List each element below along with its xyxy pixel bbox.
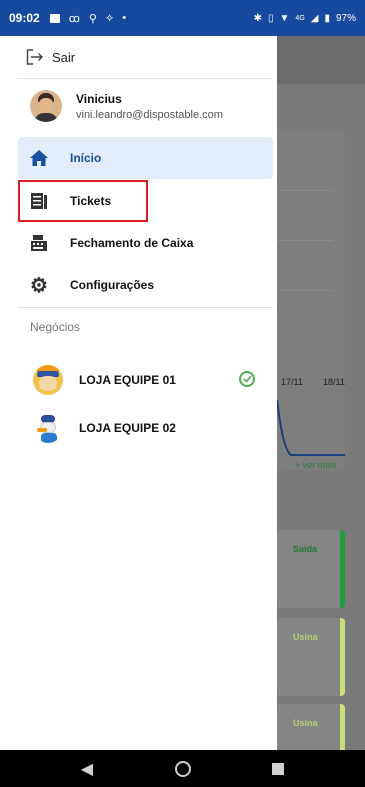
check-circle-icon [239,371,255,387]
grid-line [277,240,333,241]
x-axis-label: 17/11 [281,377,303,387]
grid-line [277,190,333,191]
status-bar: 09:02 ꝏ ⚲ ⟡ • ✱ ▯ ▼ 4G ◢ ▮ 97% [0,0,365,36]
card-label: Usina [293,718,318,728]
back-icon[interactable]: ◀ [81,759,93,779]
background-chart-card [277,130,345,470]
card-label: Usina [293,632,318,642]
business-avatar [33,413,63,443]
account-icon: ⚲ [88,12,97,25]
system-navigation-bar: ◀ [0,750,365,787]
nav-item-label: Início [70,151,102,165]
card-label: Saída [293,544,318,554]
business-avatar [33,365,63,395]
user-profile: Vinicius vini.leandro@dispostable.com [30,82,223,130]
navigation-drawer: Sair Vinicius vini.leandro@dispostable.c… [0,36,277,750]
battery-percent: 97% [335,12,356,24]
avatar [30,90,62,122]
network-type: 4G [295,14,305,22]
share-icon: ⟡ [105,11,114,24]
business-item-loja-equipe-01[interactable]: LOJA EQUIPE 01 [0,358,277,402]
wifi-icon: ▼ [279,12,290,24]
home-icon [28,147,50,169]
nav-item-label: Fechamento de Caixa [70,236,194,250]
business-item-loja-equipe-02[interactable]: LOJA EQUIPE 02 [0,406,277,450]
gear-icon: ⚙ [30,274,48,297]
logout-icon [26,49,43,65]
grid-line [277,290,333,291]
vibrate-icon: ▯ [268,12,274,24]
cash-register-icon [28,232,50,254]
nav-item-label: Configurações [70,278,155,292]
card-stripe [340,704,345,750]
nav-item-configuracoes[interactable]: ⚙ Configurações [18,264,273,306]
notification-icons: ꝏ ⚲ ⟡ • [49,11,127,25]
battery-icon: ▮ [324,12,330,24]
x-axis-label: 18/11 [323,377,345,387]
message-icon [49,13,60,23]
background-app-bar [277,36,365,84]
recent-apps-icon[interactable] [272,762,285,775]
tickets-highlight-box [18,180,148,222]
nav-item-inicio[interactable]: Início [18,137,273,179]
divider [18,78,273,79]
ticket-card[interactable]: Usina [277,704,345,750]
divider [18,307,273,308]
voicemail-icon: ꝏ [68,12,80,25]
business-name: LOJA EQUIPE 01 [79,373,176,387]
user-email: vini.leandro@dispostable.com [76,108,223,121]
section-title-negocios: Negócios [30,320,81,334]
business-name: LOJA EQUIPE 02 [79,421,176,435]
system-icons: ✱ ▯ ▼ 4G ◢ ▮ 97% [254,13,356,24]
bluetooth-icon: ✱ [253,12,262,24]
signal-icon: ◢ [310,12,319,24]
user-name: Vinicius [76,91,122,106]
home-button-icon[interactable] [174,760,191,777]
status-time: 09:02 [9,11,40,25]
background-app[interactable]: 17/11 18/11 + ver mais Saída Usina Usina [277,36,365,750]
see-more-link[interactable]: + ver mais [295,460,337,470]
logout-button[interactable]: Sair [0,36,277,78]
logout-label: Sair [52,49,76,65]
dot-icon: • [122,12,127,24]
card-stripe [340,530,345,608]
chart-line [277,400,345,456]
nav-item-fechamento-de-caixa[interactable]: Fechamento de Caixa [18,222,273,264]
card-stripe [340,618,345,696]
ticket-card[interactable]: Usina [277,618,345,696]
ticket-card[interactable]: Saída [277,530,345,608]
